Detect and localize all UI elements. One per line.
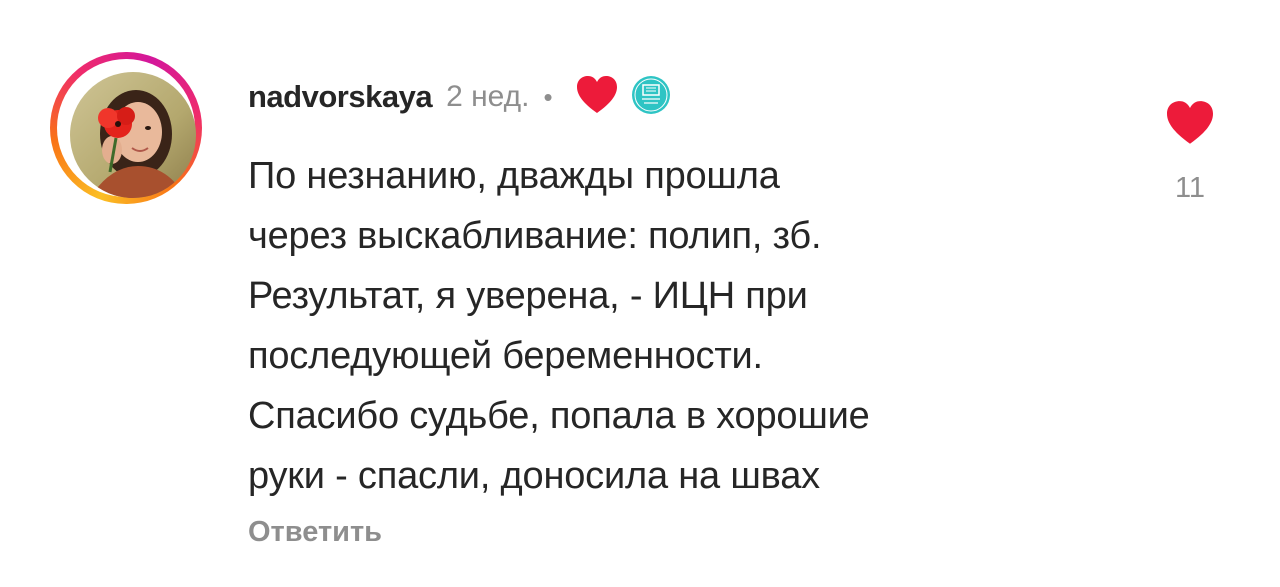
comment-text-line: Результат, я уверена, - ИЦН при <box>248 275 808 317</box>
comment-text-line: Спасибо судьбе, попала в хорошие <box>248 395 870 437</box>
separator-dot: • <box>543 81 553 112</box>
comment-text-line: через выскабливание: полип, зб. <box>248 215 822 257</box>
reply-button[interactable]: Ответить <box>248 516 382 549</box>
like-count[interactable]: 11 <box>1150 172 1230 205</box>
like-column: 11 <box>1150 100 1230 205</box>
comment: nadvorskaya 2 нед. • По незнанию, дважды… <box>0 0 1280 587</box>
red-heart-icon <box>575 75 619 120</box>
avatar-story-ring[interactable] <box>50 52 202 204</box>
comment-text-line: руки - спасли, доносила на швах <box>248 455 820 497</box>
avatar[interactable] <box>70 72 196 198</box>
comment-header: nadvorskaya 2 нед. • <box>248 72 671 122</box>
comment-text-line: По незнанию, дважды прошла <box>248 155 780 197</box>
comment-text: По незнанию, дважды прошла через выскабл… <box>248 146 1048 506</box>
comment-text-line: последующей беременности. <box>248 335 763 377</box>
username[interactable]: nadvorskaya <box>248 79 433 115</box>
timestamp[interactable]: 2 нед. <box>446 80 529 114</box>
avatar-photo <box>70 72 196 198</box>
heart-icon[interactable] <box>1150 100 1230 146</box>
evi-clinic-logo-icon <box>631 75 671 120</box>
